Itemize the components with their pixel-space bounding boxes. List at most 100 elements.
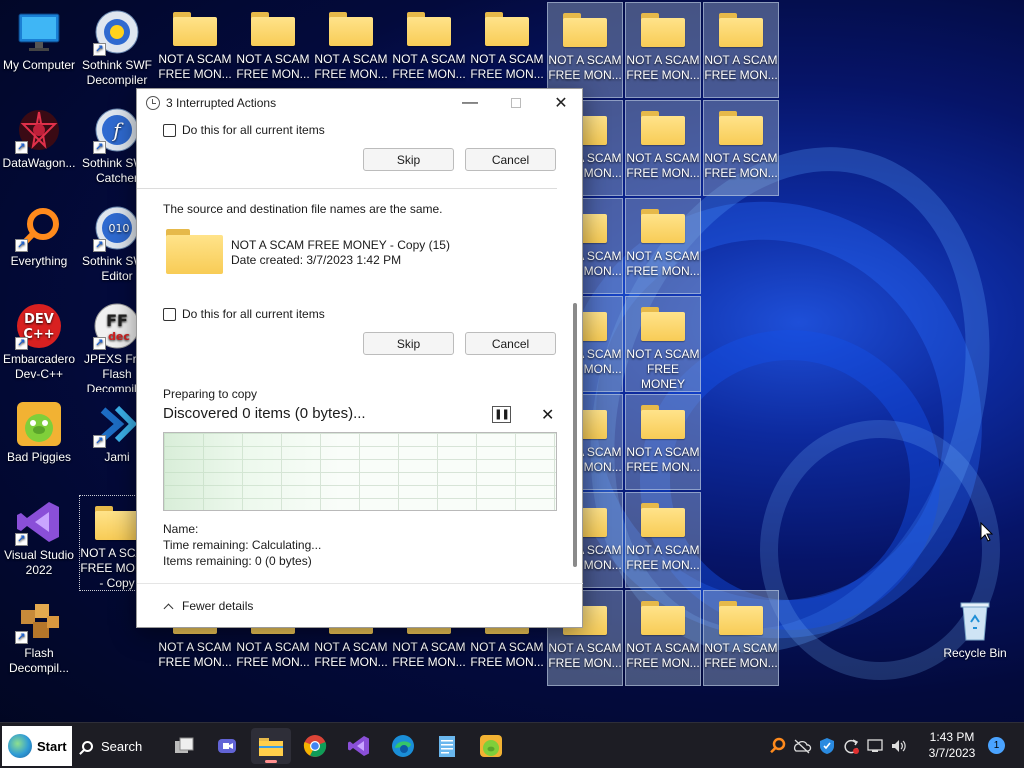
apply-all-checkbox-1[interactable]: Do this for all current items (163, 123, 325, 137)
desktop-folder[interactable]: NOT A SCAM FREE MON... (703, 2, 779, 98)
folder-label: NOT A SCAM FREE MON... (704, 151, 778, 180)
desktop-folder[interactable]: NOT A SCAM FREE MON... (547, 2, 623, 98)
skip-button-1[interactable]: Skip (363, 148, 454, 171)
visual-studio-icon (348, 736, 369, 756)
shortcut-arrow-icon: ↗ (93, 141, 106, 154)
start-button[interactable]: Start (2, 726, 72, 766)
desktop-folder[interactable]: NOT A SCAM FREE MON... (703, 590, 779, 686)
chrome-icon (303, 735, 327, 757)
clock-time: 1:43 PM (929, 730, 975, 744)
folder-label: NOT A SCAM FREE MON... (704, 53, 778, 82)
desktop-icon-recycle-bin[interactable]: Recycle Bin (937, 590, 1013, 686)
desktop-folder[interactable]: NOT A SCAM FREE MON... (625, 590, 701, 686)
maximize-button[interactable] (493, 89, 539, 117)
desktop-folder[interactable]: NOT A SCAM FREE MON... (313, 2, 389, 98)
folder-label: NOT A SCAM FREE MONEY (626, 346, 700, 391)
taskbar-clock[interactable]: 1:43 PM 3/7/2023 (918, 729, 986, 761)
desktop-folder[interactable]: NOT A SCAM FREE MON... (625, 198, 701, 294)
taskbar-bad-piggies[interactable] (471, 728, 511, 764)
desktop-icon-devcpp[interactable]: DEV C++ ↗ Embarcadero Dev-C++ (1, 296, 77, 392)
onedrive-offline-icon[interactable] (792, 737, 812, 755)
search-label: Search (101, 738, 143, 754)
volume-icon[interactable] (890, 737, 908, 755)
folder-icon (329, 12, 373, 46)
search-button[interactable]: Search (76, 726, 162, 766)
folder-label: NOT A SCAM FREE MON... (626, 53, 700, 82)
folder-icon (407, 12, 451, 46)
pause-button[interactable]: ❚❚ (492, 406, 511, 423)
taskbar-task-view[interactable] (164, 728, 204, 764)
progress-discovered: Discovered 0 items (0 bytes)... (163, 405, 366, 422)
everything-search-icon[interactable] (768, 737, 786, 755)
desktop-folder[interactable]: NOT A SCAM FREE MON... (235, 2, 311, 98)
computer-icon (15, 8, 63, 56)
footer-separator (137, 583, 583, 584)
chevron-up-icon (163, 603, 174, 613)
checkbox-box[interactable] (163, 123, 176, 137)
desktop-icon-visual-studio[interactable]: ↗ Visual Studio 2022 (1, 492, 77, 588)
desktop-folder[interactable]: NOT A SCAM FREE MON... (625, 100, 701, 196)
folder-label: NOT A SCAM FREE MON... (314, 52, 388, 81)
jpexs-icon: FF dec ↗ (93, 302, 141, 350)
cancel-operation-button[interactable]: ✕ (541, 405, 554, 425)
sothink-catcher-icon: f ↗ (93, 106, 141, 154)
folder-label: NOT A SCAM FREE MON... (158, 640, 232, 669)
apply-all-checkbox-2[interactable]: Do this for all current items (163, 307, 325, 321)
desktop-icon-sothink-decompiler[interactable]: ↗ Sothink SWF Decompiler (79, 2, 155, 98)
interrupted-actions-dialog: 3 Interrupted Actions — ✕ Do this for al… (136, 88, 583, 628)
close-button[interactable]: ✕ (538, 89, 584, 117)
cancel-button-1[interactable]: Cancel (465, 148, 556, 171)
desktop-icon-everything[interactable]: ↗ Everything (1, 198, 77, 294)
desktop-folder[interactable]: NOT A SCAM FREE MON... (157, 2, 233, 98)
desktop-folder[interactable]: NOT A SCAM FREE MON... (625, 394, 701, 490)
folder-icon (641, 601, 685, 635)
minimize-icon: — (462, 94, 478, 111)
folder-label: NOT A SCAM FREE MON... (626, 249, 700, 278)
skip-button-2[interactable]: Skip (363, 332, 454, 355)
network-icon[interactable] (866, 737, 884, 755)
folder-label: NOT A SCAM FREE MON... (626, 445, 700, 474)
minimize-button[interactable]: — (447, 89, 493, 117)
scrollbar-thumb[interactable] (573, 303, 577, 567)
taskbar: Start Search 1:43 PM 3/7/2023 1 (0, 722, 1024, 768)
desktop-folder[interactable]: NOT A SCAM FREE MON... (625, 2, 701, 98)
desktop-folder[interactable]: NOT A SCAM FREE MON... (391, 2, 467, 98)
desktop-folder[interactable]: NOT A SCAM FREE MONEY (625, 296, 701, 392)
sothink-editor-icon: 010 ↗ (93, 204, 141, 252)
desktop-icon-flash-decompiler[interactable]: ↗ Flash Decompil... (1, 590, 77, 686)
taskbar-notepad[interactable] (427, 728, 467, 764)
teams-chat-icon (218, 739, 236, 753)
folder-icon (173, 12, 217, 46)
desktop-icon-bad-piggies[interactable]: Bad Piggies (1, 394, 77, 490)
taskbar-chrome[interactable] (295, 728, 335, 764)
folder-icon (485, 12, 529, 46)
desktop-folder[interactable]: NOT A SCAM FREE MON... (469, 2, 545, 98)
folder-label: NOT A SCAM FREE MON... (704, 641, 778, 670)
desktop-folder[interactable]: NOT A SCAM FREE MON... (625, 492, 701, 588)
taskbar-file-explorer[interactable] (251, 728, 291, 764)
maximize-icon (511, 98, 521, 108)
start-orb-icon (8, 734, 32, 758)
checkbox-box[interactable] (163, 307, 176, 321)
shortcut-arrow-icon: ↗ (93, 239, 106, 252)
clock-icon (146, 96, 160, 110)
shortcut-arrow-icon: ↗ (15, 239, 28, 252)
desktop-icon-my-computer[interactable]: My Computer (1, 2, 77, 98)
fewer-details-toggle[interactable]: Fewer details (163, 599, 253, 613)
conflict-file-date: Date created: 3/7/2023 1:42 PM (231, 253, 402, 267)
desktop-icon-datawagon[interactable]: ↗ DataWagon... (1, 100, 77, 196)
update-sync-icon[interactable] (842, 737, 860, 755)
taskbar-visual-studio[interactable] (339, 728, 379, 764)
dialog-titlebar[interactable]: 3 Interrupted Actions — ✕ (137, 89, 582, 117)
taskbar-teams-chat[interactable] (207, 728, 247, 764)
notification-badge[interactable]: 1 (988, 737, 1005, 754)
folder-label: NOT A SCAM FREE MON... (548, 641, 622, 670)
desktop-folder[interactable]: NOT A SCAM FREE MON... (703, 100, 779, 196)
taskbar-edge[interactable] (383, 728, 423, 764)
conflict-file-name: NOT A SCAM FREE MONEY - Copy (15) (231, 238, 450, 252)
shortcut-arrow-icon: ↗ (15, 141, 28, 154)
datawagon-icon: ↗ (15, 106, 63, 154)
dialog-title: 3 Interrupted Actions (166, 96, 277, 110)
cancel-button-2[interactable]: Cancel (465, 332, 556, 355)
security-shield-icon[interactable] (818, 737, 836, 755)
